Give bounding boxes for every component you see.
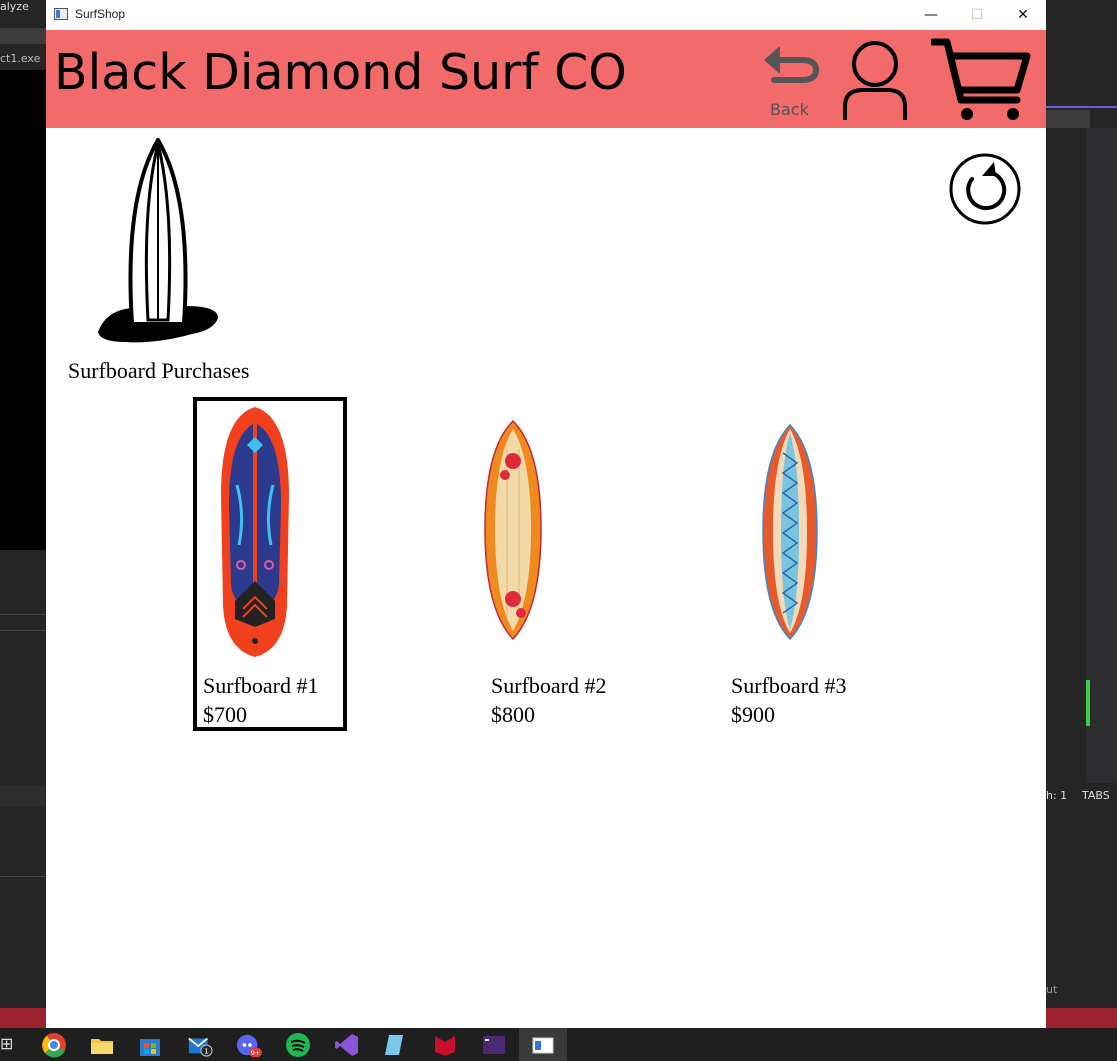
account-button[interactable] bbox=[841, 38, 911, 122]
chrome-icon[interactable] bbox=[41, 1032, 67, 1058]
file-explorer-icon[interactable] bbox=[89, 1032, 115, 1058]
background-accent-line bbox=[1046, 106, 1117, 108]
background-code-minimap bbox=[1086, 128, 1117, 783]
surfshop-app-icon[interactable] bbox=[530, 1032, 556, 1058]
maximize-button[interactable]: ☐ bbox=[954, 0, 1000, 30]
background-output: ut bbox=[1046, 983, 1058, 996]
brand-title: Black Diamond Surf CO bbox=[54, 44, 627, 101]
surfboard-1-image bbox=[221, 407, 289, 657]
refresh-button[interactable] bbox=[948, 152, 1022, 226]
product-price: $700 bbox=[203, 702, 247, 727]
mail-icon[interactable]: 1 bbox=[187, 1032, 213, 1058]
product-card-2[interactable]: Surfboard #2 $800 bbox=[473, 397, 627, 731]
background-divider bbox=[0, 876, 46, 877]
store-icon[interactable] bbox=[137, 1032, 163, 1058]
background-indicator bbox=[1086, 680, 1090, 726]
background-ide-select bbox=[1046, 110, 1090, 128]
background-divider bbox=[0, 786, 46, 806]
back-label: Back bbox=[770, 100, 809, 119]
user-icon bbox=[843, 41, 907, 120]
surfshop-window: SurfShop — ☐ ✕ Black Diamond Surf CO Bac… bbox=[46, 0, 1046, 1028]
background-ide-dropdown bbox=[0, 28, 46, 44]
spotify-icon[interactable] bbox=[285, 1032, 311, 1058]
cart-icon bbox=[929, 38, 1031, 120]
start-icon[interactable]: ⊞ bbox=[0, 1034, 13, 1053]
discord-icon[interactable]: 9+ bbox=[236, 1032, 262, 1058]
taskbar: ⊞ 1 9+ bbox=[0, 1028, 1117, 1061]
visual-studio-icon[interactable] bbox=[334, 1032, 360, 1058]
mcafee-icon[interactable] bbox=[432, 1032, 458, 1058]
discord-badge: 9+ bbox=[251, 1049, 261, 1057]
surfboard-2-image bbox=[484, 419, 542, 641]
refresh-icon bbox=[949, 153, 1021, 225]
minimize-button[interactable]: — bbox=[908, 0, 954, 30]
product-price: $900 bbox=[731, 702, 775, 727]
cart-button[interactable] bbox=[929, 36, 1035, 124]
background-divider bbox=[0, 630, 46, 631]
background-status-line: h: 1 bbox=[1046, 789, 1068, 802]
background-ide-menu: alyze bbox=[0, 0, 29, 13]
surfboard-logo-icon bbox=[96, 136, 221, 346]
product-price: $800 bbox=[491, 702, 535, 727]
mail-badge: 1 bbox=[204, 1046, 209, 1055]
app-header: Black Diamond Surf CO Back bbox=[46, 30, 1046, 128]
app-window-icon bbox=[54, 8, 68, 20]
back-arrow-icon bbox=[764, 46, 820, 83]
background-status-bar: h: 1 TABS bbox=[1046, 785, 1117, 805]
background-ide-tab: ct1.exe bbox=[0, 52, 41, 65]
back-button[interactable]: Back bbox=[760, 38, 822, 122]
product-name: Surfboard #2 bbox=[491, 673, 607, 698]
background-ide-console bbox=[0, 70, 46, 550]
close-button[interactable]: ✕ bbox=[1000, 0, 1046, 30]
product-card-3[interactable]: Surfboard #3 $900 bbox=[713, 397, 867, 731]
background-status-tabs: TABS bbox=[1082, 789, 1110, 802]
notepad-icon[interactable] bbox=[383, 1032, 409, 1058]
title-bar: SurfShop — ☐ ✕ bbox=[46, 0, 1046, 30]
product-card-1[interactable]: Surfboard #1 $700 bbox=[193, 397, 347, 731]
window-title: SurfShop bbox=[75, 7, 126, 21]
terminal-icon[interactable] bbox=[481, 1032, 507, 1058]
surfboard-3-image bbox=[762, 423, 818, 641]
background-divider bbox=[0, 614, 46, 615]
product-name: Surfboard #1 bbox=[203, 673, 319, 698]
section-title: Surfboard Purchases bbox=[68, 358, 250, 383]
product-name: Surfboard #3 bbox=[731, 673, 847, 698]
